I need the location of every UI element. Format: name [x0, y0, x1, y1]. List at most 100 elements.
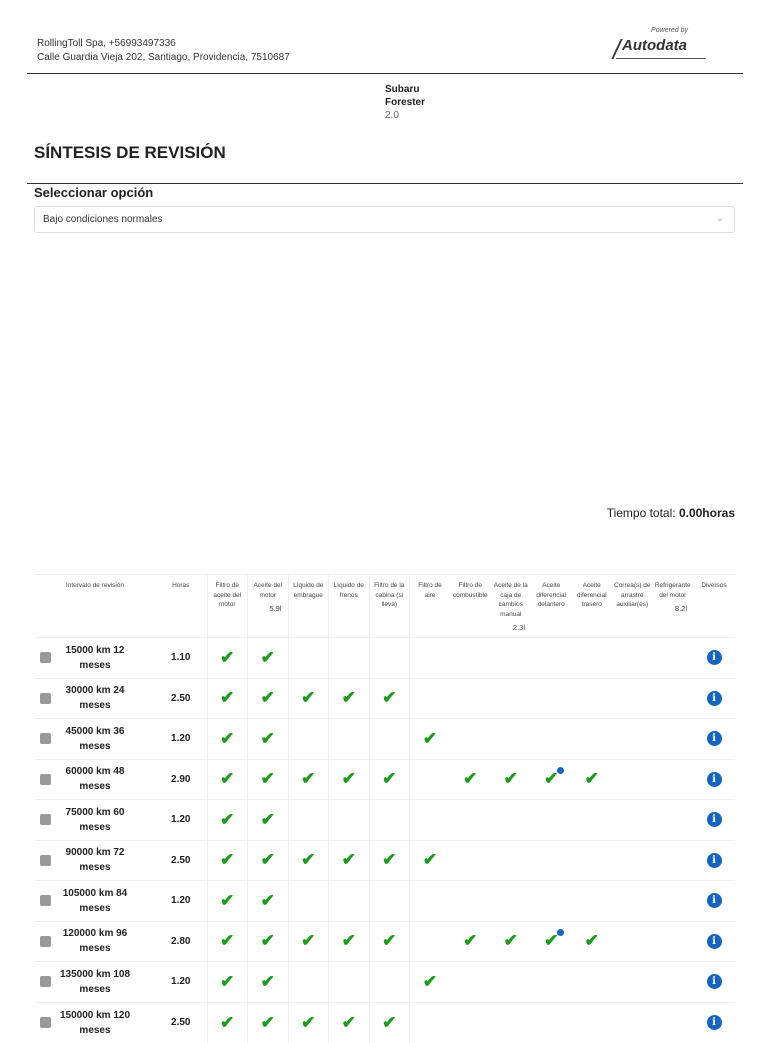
- diversos-cell: i: [693, 961, 735, 1002]
- check-cell: ✔: [287, 839, 329, 881]
- diversos-cell: i: [693, 920, 735, 962]
- check-icon: ✔: [544, 767, 565, 788]
- interval: 45000 km 36 meses: [65, 725, 125, 752]
- check-cell: [571, 677, 612, 719]
- diversos-cell: i: [693, 839, 735, 881]
- row-checkbox[interactable]: [40, 733, 51, 745]
- check-icon: ✔: [220, 769, 235, 789]
- info-icon[interactable]: i: [706, 893, 722, 909]
- check-cell: [409, 880, 450, 921]
- column-header: Aceite de la caja de cambios manual 2.3l: [490, 574, 531, 638]
- hours: 2.50: [155, 677, 207, 719]
- check-cell: ✔: [328, 839, 369, 881]
- note-dot-icon: [557, 929, 565, 937]
- row-checkbox[interactable]: [40, 692, 51, 704]
- condition-select[interactable]: Bajo condiciones normales ⌄: [34, 206, 735, 233]
- table-row: 150000 km 120 meses 2.50 ✔ ✔ ✔ ✔ ✔ i: [35, 1001, 735, 1043]
- info-icon[interactable]: i: [706, 771, 722, 787]
- info-icon[interactable]: i: [706, 933, 722, 949]
- row-checkbox[interactable]: [40, 652, 51, 664]
- interval-cell: 105000 km 84 meses: [35, 880, 155, 921]
- table-row: 60000 km 48 meses 2.90 ✔ ✔ ✔ ✔ ✔ ✔ ✔ ✔ ✔ i: [35, 758, 735, 800]
- header-label: Filtro de combustible: [452, 582, 488, 599]
- check-cell: [612, 758, 653, 800]
- info-icon[interactable]: i: [706, 812, 722, 828]
- info-icon[interactable]: i: [706, 974, 722, 990]
- check-cell: ✔: [490, 920, 531, 962]
- check-cell: ✔: [206, 839, 248, 881]
- check-cell: ✔: [368, 839, 410, 881]
- check-cell: ✔: [531, 758, 572, 800]
- interval-cell: 60000 km 48 meses: [35, 758, 155, 800]
- check-icon: ✔: [503, 931, 518, 951]
- check-icon: ✔: [260, 688, 275, 708]
- check-icon: ✔: [341, 1012, 356, 1032]
- check-cell: [328, 880, 369, 921]
- divider: [27, 183, 743, 184]
- column-header: Filtro de combustible: [450, 574, 491, 638]
- row-checkbox[interactable]: [40, 773, 51, 785]
- header-label: Aceite del motor: [253, 582, 283, 599]
- row-checkbox[interactable]: [40, 854, 51, 866]
- check-cell: ✔: [409, 961, 450, 1002]
- check-icon: ✔: [503, 769, 518, 789]
- interval-cell: 150000 km 120 meses: [35, 1001, 155, 1043]
- check-icon: ✔: [260, 931, 275, 951]
- interval: 150000 km 120 meses: [59, 1009, 131, 1036]
- check-cell: ✔: [328, 920, 369, 962]
- check-cell: [450, 637, 491, 678]
- check-cell: [571, 880, 612, 921]
- table-row: 75000 km 60 meses 1.20 ✔ ✔ i: [35, 799, 735, 840]
- row-checkbox[interactable]: [40, 814, 51, 826]
- check-cell: [328, 718, 369, 759]
- info-icon[interactable]: i: [706, 650, 722, 666]
- quantity: 2.3l: [512, 623, 525, 632]
- check-icon: ✔: [341, 931, 356, 951]
- check-cell: ✔: [328, 677, 369, 719]
- quantity: 8.2l: [674, 604, 687, 613]
- header-label: Diversos: [701, 582, 727, 589]
- check-cell: [490, 961, 531, 1002]
- check-cell: ✔: [247, 758, 288, 800]
- header-label: Líquido de embrague: [293, 582, 324, 599]
- info-icon[interactable]: i: [706, 1015, 722, 1030]
- check-icon: ✔: [422, 971, 438, 991]
- row-checkbox[interactable]: [40, 976, 51, 988]
- check-cell: [652, 1001, 693, 1043]
- check-cell: [612, 920, 653, 962]
- interval-cell: 75000 km 60 meses: [35, 799, 155, 840]
- info-icon[interactable]: i: [706, 690, 722, 706]
- interval-cell: 90000 km 72 meses: [35, 839, 155, 881]
- check-cell: ✔: [206, 677, 248, 719]
- header-label: Líquido de frenos: [333, 582, 364, 599]
- check-icon: ✔: [260, 890, 275, 910]
- check-cell: [490, 839, 531, 881]
- check-icon: ✔: [341, 850, 356, 870]
- row-checkbox[interactable]: [40, 895, 51, 907]
- info-icon[interactable]: i: [706, 852, 722, 868]
- header-label: Filtro de aire: [418, 582, 442, 599]
- check-cell: ✔: [247, 920, 288, 962]
- column-header: Aceite diferencial trasero: [571, 574, 612, 638]
- row-checkbox[interactable]: [40, 935, 51, 947]
- total-time: Tiempo total: 0.00horas: [607, 506, 735, 520]
- check-cell: [450, 880, 491, 921]
- check-cell: [652, 758, 693, 800]
- check-icon: ✔: [463, 769, 478, 789]
- check-cell: [368, 799, 410, 840]
- check-cell: [368, 961, 410, 1002]
- check-cell: [612, 839, 653, 881]
- row-checkbox[interactable]: [40, 1017, 51, 1028]
- check-cell: [652, 637, 693, 678]
- diversos-cell: i: [693, 677, 735, 719]
- check-icon: ✔: [220, 809, 235, 829]
- check-icon: ✔: [422, 728, 438, 748]
- check-cell: [328, 961, 369, 1002]
- check-icon: ✔: [260, 971, 275, 991]
- check-cell: [531, 880, 572, 921]
- check-icon: ✔: [301, 931, 316, 951]
- check-cell: [531, 1001, 572, 1043]
- header-label: Correa(s) de arrastre auxiliar(es): [614, 582, 651, 608]
- interval: 135000 km 108 meses: [59, 968, 131, 995]
- info-icon[interactable]: i: [706, 731, 722, 747]
